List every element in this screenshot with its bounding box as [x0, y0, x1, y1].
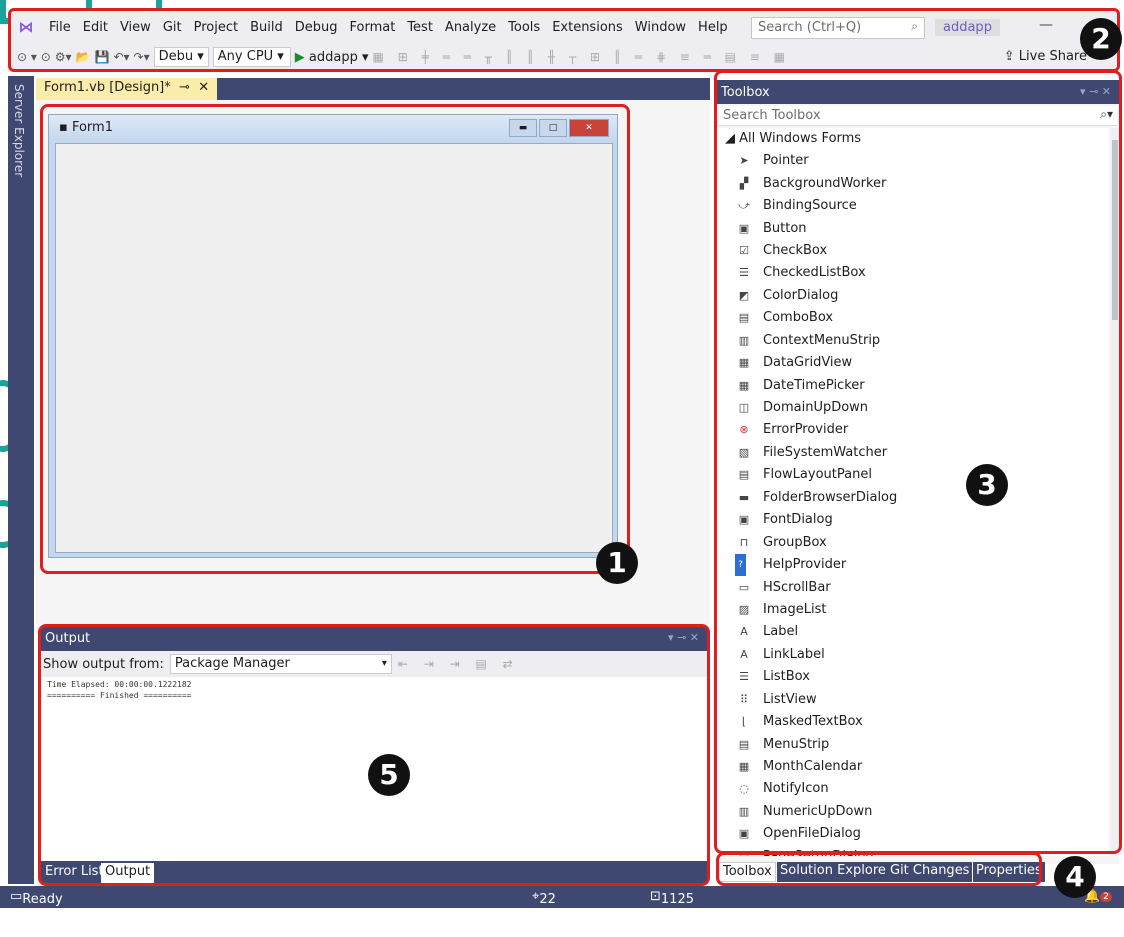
- form-caption-buttons: ▬ □ ✕: [509, 119, 609, 137]
- selection-size: ⊡ 1125 x 878: [650, 889, 694, 937]
- tab-label: Form1.vb [Design]*: [44, 80, 171, 95]
- form-title-bar: ▪ Form1 ▬ □ ✕: [49, 115, 617, 141]
- search-icon: ⌕: [911, 19, 918, 33]
- back-icon[interactable]: ⊙ ▾ ⊙: [17, 50, 51, 64]
- server-explorer-tab[interactable]: Server Explorer: [8, 76, 34, 884]
- title-menu-toolbar-region: ⋈ File Edit View Git Project Build Debug…: [8, 8, 1120, 72]
- menu-extensions[interactable]: Extensions: [546, 20, 629, 35]
- callout-4: 4: [1054, 856, 1096, 898]
- callout-1: 1: [596, 542, 638, 584]
- menu-analyze[interactable]: Analyze: [439, 20, 502, 35]
- callout-2: 2: [1080, 18, 1122, 60]
- play-icon: ▶: [294, 49, 305, 65]
- callout-3: 3: [966, 464, 1008, 506]
- server-explorer-label: Server Explorer: [12, 84, 26, 178]
- solution-name-badge: addapp: [935, 19, 1000, 36]
- undo-icon[interactable]: ↶▾: [113, 50, 129, 64]
- search-placeholder: Search (Ctrl+Q): [758, 20, 862, 35]
- menu-window[interactable]: Window: [629, 20, 692, 35]
- new-project-icon[interactable]: ⚙▾: [55, 50, 72, 64]
- menu-debug[interactable]: Debug: [289, 20, 344, 35]
- visual-studio-logo-icon: ⋈: [18, 18, 34, 36]
- save-icon[interactable]: 💾: [95, 50, 110, 64]
- form1-window[interactable]: ▪ Form1 ▬ □ ✕: [48, 114, 618, 558]
- status-ready-text: Ready: [22, 892, 63, 907]
- document-tab-strip: Form1.vb [Design]* ⊸ ✕: [36, 78, 710, 100]
- cursor-position: ⌖ 22 , 22: [532, 889, 556, 937]
- platform-value: Any CPU: [217, 49, 274, 64]
- configuration-select[interactable]: Debu ▾: [153, 47, 209, 67]
- form-client-area[interactable]: [55, 143, 613, 553]
- menu-bar: ⋈ File Edit View Git Project Build Debug…: [11, 15, 734, 39]
- standard-toolbar: ⊙ ▾ ⊙ ⚙▾ 📂 💾 ↶▾ ↷▾ Debu ▾ Any CPU ▾ ▶ ad…: [11, 43, 1107, 71]
- form-title-text: Form1: [71, 120, 113, 135]
- menu-view[interactable]: View: [114, 20, 157, 35]
- notification-count: 2: [1100, 892, 1112, 902]
- run-label: addapp: [308, 49, 358, 65]
- menu-build[interactable]: Build: [244, 20, 289, 35]
- highlight-toolbox-tabs: [716, 852, 1042, 886]
- menu-file[interactable]: File: [43, 20, 77, 35]
- menu-help[interactable]: Help: [692, 20, 734, 35]
- menu-format[interactable]: Format: [344, 20, 402, 35]
- selection-size-text: 1125 x 878: [660, 892, 694, 937]
- menu-git[interactable]: Git: [157, 20, 188, 35]
- configuration-value: Debu: [158, 49, 194, 64]
- tab-form1-design[interactable]: Form1.vb [Design]* ⊸ ✕: [36, 78, 218, 100]
- menu-edit[interactable]: Edit: [77, 20, 114, 35]
- start-debug-button[interactable]: ▶ addapp ▾: [295, 50, 369, 65]
- highlight-output-pane: [38, 624, 710, 886]
- open-folder-icon[interactable]: 📂: [76, 50, 91, 64]
- highlight-toolbox: [714, 70, 1122, 854]
- search-input[interactable]: Search (Ctrl+Q) ⌕: [751, 17, 925, 39]
- close-icon: ✕: [569, 119, 609, 137]
- minimize-button[interactable]: —: [1039, 17, 1053, 33]
- platform-select[interactable]: Any CPU ▾: [212, 47, 291, 67]
- status-bar: ▭ Ready ⌖ 22 , 22 ⊡ 1125 x 878 🔔 2: [0, 886, 1124, 937]
- callout-5: 5: [368, 754, 410, 796]
- status-ready: ▭ Ready: [10, 889, 63, 907]
- menu-project[interactable]: Project: [188, 20, 244, 35]
- redo-icon[interactable]: ↷▾: [134, 50, 150, 64]
- form-title: ▪ Form1: [59, 120, 113, 135]
- menu-test[interactable]: Test: [401, 20, 439, 35]
- layout-toolbar-icons[interactable]: ▦ ⊞ ╪ ═ ═ ╥ ║ ║ ╫ ┬ ⊞ ║ ═ ⋕ ≡ ═ ▤ ≡ ▦: [373, 50, 790, 64]
- cursor-position-text: 22 , 22: [539, 892, 556, 937]
- live-share-label: Live Share: [1018, 49, 1087, 64]
- maximize-icon: □: [539, 119, 567, 137]
- live-share-button[interactable]: ⇪ Live Share: [1004, 49, 1087, 64]
- minimize-icon: ▬: [509, 119, 537, 137]
- menu-tools[interactable]: Tools: [502, 20, 546, 35]
